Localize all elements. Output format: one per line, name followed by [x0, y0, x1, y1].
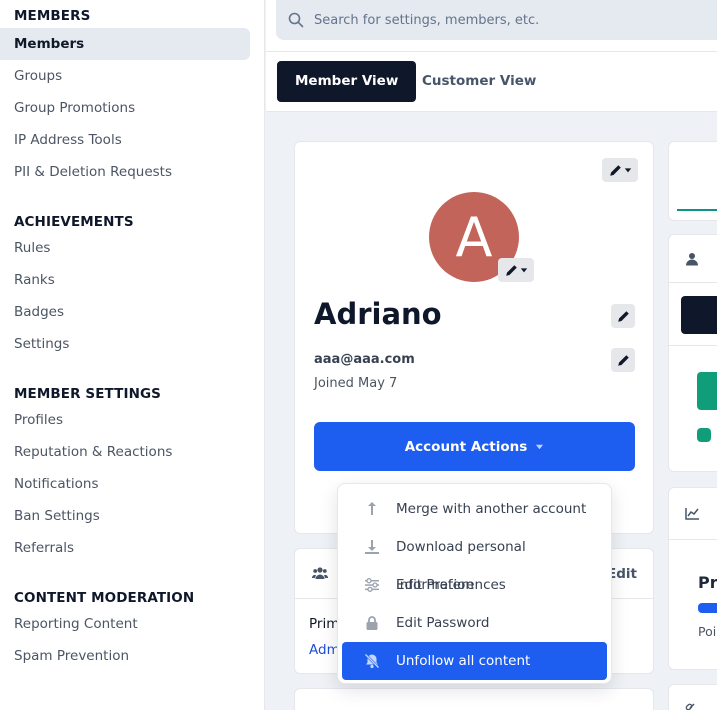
sidebar-item-referrals[interactable]: Referrals: [0, 532, 250, 564]
sidebar-item-reporting-content[interactable]: Reporting Content: [0, 608, 250, 640]
sidebar-item-reputation[interactable]: Reputation & Reactions: [0, 436, 250, 468]
admin-group-link[interactable]: Adm: [309, 642, 340, 658]
progress-bar: [698, 603, 717, 613]
member-email: aaa@aaa.com: [314, 352, 415, 367]
pencil-icon: [609, 164, 621, 176]
divider: [669, 345, 717, 346]
sidebar-section-achievements: ACHIEVEMENTS Rules Ranks Badges Settings: [0, 212, 264, 360]
sidebar-item-pii-deletion[interactable]: PII & Deletion Requests: [0, 156, 250, 188]
caret-down-icon: [536, 444, 544, 450]
sidebar-item-profiles[interactable]: Profiles: [0, 404, 250, 436]
menu-item-unfollow-all[interactable]: Unfollow all content: [342, 642, 607, 680]
menu-item-edit-password[interactable]: Edit Password: [342, 604, 607, 642]
dark-button[interactable]: [681, 296, 717, 334]
bottom-card: [294, 688, 654, 710]
download-icon: [365, 540, 379, 554]
sidebar-item-groups[interactable]: Groups: [0, 60, 250, 92]
pencil-icon: [617, 354, 629, 366]
search-input[interactable]: [314, 0, 717, 40]
account-card-header: [669, 235, 717, 283]
sidebar-section-member-settings: MEMBER SETTINGS Profiles Reputation & Re…: [0, 384, 264, 564]
section-title: MEMBER SETTINGS: [14, 386, 161, 402]
caret-down-icon: [624, 168, 631, 173]
topbar: [266, 0, 717, 52]
avatar-edit-button[interactable]: [498, 258, 534, 282]
sidebar-item-settings[interactable]: Settings: [0, 328, 250, 360]
pencil-icon: [617, 310, 629, 322]
section-title: MEMBERS: [14, 8, 91, 24]
sidebar-item-ban-settings[interactable]: Ban Settings: [0, 500, 250, 532]
edit-email-button[interactable]: [611, 348, 635, 372]
card-edit-menu-button[interactable]: [602, 158, 638, 182]
green-button[interactable]: [697, 372, 717, 410]
sidebar-item-rules[interactable]: Rules: [0, 232, 250, 264]
stats-line: [677, 209, 717, 211]
chart-line-icon: [685, 508, 699, 520]
account-actions-menu: Merge with another account Download pers…: [337, 483, 612, 684]
link-icon: [685, 703, 695, 710]
caret-down-icon: [520, 268, 527, 273]
right-card-progress: Pre Poi: [668, 487, 717, 670]
tab-customer-view[interactable]: Customer View: [404, 61, 554, 102]
sidebar-item-badges[interactable]: Badges: [0, 296, 250, 328]
progress-title: Pre: [698, 573, 717, 592]
menu-item-download[interactable]: Download personal information: [342, 528, 607, 593]
sidebar-item-spam-prevention[interactable]: Spam Prevention: [0, 640, 250, 672]
member-name: Adriano: [314, 297, 442, 331]
sidebar-item-group-promotions[interactable]: Group Promotions: [0, 92, 250, 124]
tab-member-view[interactable]: Member View: [277, 61, 417, 102]
account-actions-label: Account Actions: [404, 438, 528, 455]
sidebar-item-ip-address-tools[interactable]: IP Address Tools: [0, 124, 250, 156]
menu-item-merge[interactable]: Merge with another account: [342, 490, 607, 528]
view-tabs: Member View Customer View: [266, 52, 717, 112]
account-actions-button[interactable]: Account Actions: [314, 422, 635, 471]
pencil-icon: [505, 264, 517, 276]
sidebar: MEMBERS Members Groups Group Promotions …: [0, 0, 265, 710]
status-dot: [697, 428, 711, 442]
section-title: CONTENT MODERATION: [14, 590, 195, 606]
users-icon: [312, 567, 328, 579]
sidebar-section-content-moderation: CONTENT MODERATION Reporting Content Spa…: [0, 588, 264, 672]
sliders-icon: [365, 578, 379, 592]
right-card-bottom: [668, 684, 717, 710]
right-card-account: [668, 234, 717, 472]
primary-group-label: Prim: [309, 616, 340, 632]
bell-slash-icon: [364, 653, 380, 669]
right-card-stats: [668, 141, 717, 221]
merge-arrow-icon: [368, 502, 376, 515]
points-label: Poi: [698, 624, 717, 639]
menu-item-edit-preferences[interactable]: Edit Preferences: [342, 566, 607, 604]
lock-icon: [366, 616, 378, 630]
user-icon: [686, 253, 698, 266]
sidebar-item-notifications[interactable]: Notifications: [0, 468, 250, 500]
search-box[interactable]: [276, 0, 717, 40]
sidebar-section-members: MEMBERS Members Groups Group Promotions …: [0, 8, 264, 188]
section-title: ACHIEVEMENTS: [14, 214, 134, 230]
sidebar-item-ranks[interactable]: Ranks: [0, 264, 250, 296]
profile-card: A Adriano aaa@aaa.com Joined May 7 Accou…: [294, 141, 654, 534]
sidebar-item-members[interactable]: Members: [0, 28, 250, 60]
joined-date: Joined May 7: [314, 376, 398, 391]
edit-name-button[interactable]: [611, 304, 635, 328]
search-icon: [288, 12, 304, 28]
progress-card-header: [669, 488, 717, 540]
